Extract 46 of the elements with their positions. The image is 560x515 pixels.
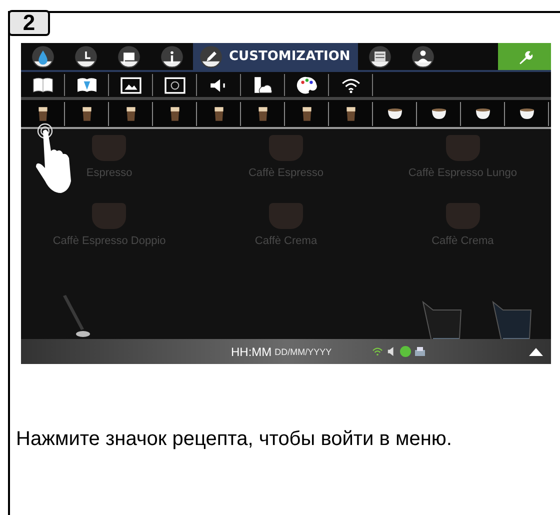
coffee-glass-icon[interactable]	[344, 106, 356, 122]
cup-icon	[446, 203, 480, 229]
coffee-cup-icon[interactable]	[430, 108, 446, 120]
clock-time: HH:MM	[231, 344, 272, 358]
info-icon	[160, 44, 184, 68]
coffee-glass-icon[interactable]	[256, 106, 268, 122]
wifi-icon	[372, 347, 383, 356]
cup-icon	[446, 135, 480, 161]
cup-icon	[268, 135, 303, 161]
cup-icon	[268, 203, 303, 229]
recipe-name[interactable]: Caffè Espresso Lungo	[408, 167, 517, 179]
flag-icon	[116, 44, 140, 68]
cup-icon	[92, 135, 126, 161]
coffee-glass-icon[interactable]	[124, 106, 136, 122]
monitor-icon	[368, 44, 392, 68]
printer-icon	[414, 346, 425, 356]
palette-icon[interactable]	[294, 74, 318, 94]
step-number: 2	[8, 10, 50, 36]
clock-icon	[74, 44, 98, 68]
coffee-cup-icon[interactable]	[474, 108, 490, 120]
clock-date: DD/MM/YYYY	[274, 346, 332, 356]
frame-icon[interactable]	[162, 74, 186, 94]
coffee-glass-icon[interactable]	[36, 106, 48, 122]
pencil-icon	[199, 44, 223, 68]
drop-icon	[30, 44, 54, 68]
settings-tab[interactable]	[498, 43, 551, 70]
customization-tab[interactable]: CUSTOMIZATION	[193, 43, 358, 70]
person-icon	[410, 44, 435, 68]
coffee-glass-icon[interactable]	[300, 106, 312, 122]
status-dot-icon	[400, 346, 411, 357]
image-icon[interactable]	[118, 74, 142, 94]
recipe-name[interactable]: Caffè Espresso	[248, 167, 324, 179]
recipe-name[interactable]: Caffè Espresso Doppio	[52, 235, 166, 247]
coffee-cup-icon[interactable]	[386, 108, 402, 120]
recipe-name[interactable]: Caffè Crema	[254, 235, 318, 247]
recipe-name[interactable]: Caffè Crema	[432, 235, 494, 247]
steam-wand-drawing	[61, 294, 91, 339]
expand-arrow-icon[interactable]	[529, 348, 543, 356]
recipe-name[interactable]: Espresso	[86, 167, 132, 179]
cup-icon	[92, 203, 126, 229]
speaker-icon	[386, 347, 396, 356]
coffee-glass-icon[interactable]	[80, 106, 92, 122]
coffee-cup-icon[interactable]	[518, 108, 534, 120]
coffee-glass-icon[interactable]	[212, 106, 224, 122]
coffee-glass-icon[interactable]	[168, 106, 180, 122]
instruction-text: Нажмите значок рецепта, чтобы войти в меню.	[16, 427, 453, 452]
